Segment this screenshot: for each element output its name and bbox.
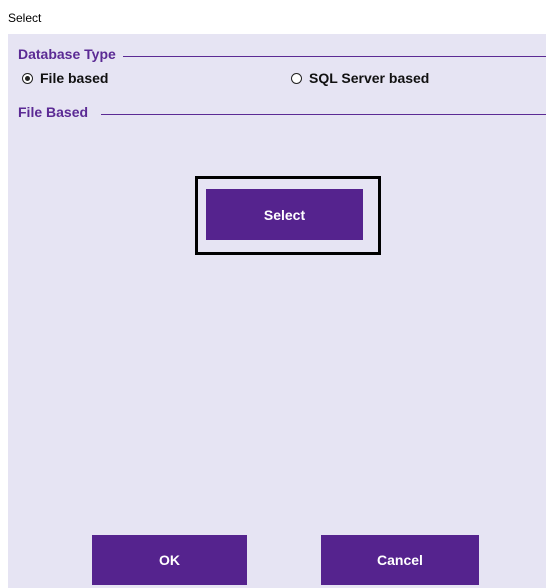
- window-title: Select: [8, 11, 42, 25]
- radio-file-based[interactable]: File based: [22, 70, 108, 86]
- file-based-group-line: [101, 114, 546, 115]
- database-type-group-line: [123, 56, 546, 57]
- radio-file-based-label: File based: [40, 70, 109, 86]
- radio-sql-server-based-label: SQL Server based: [309, 70, 430, 86]
- file-based-group-label: File Based: [18, 104, 89, 120]
- select-button[interactable]: Select: [206, 189, 363, 240]
- radio-checked-icon[interactable]: [22, 72, 33, 84]
- ok-button[interactable]: OK: [92, 535, 247, 585]
- radio-sql-server-based[interactable]: SQL Server based: [291, 70, 429, 86]
- radio-unchecked-icon[interactable]: [291, 72, 302, 84]
- dialog-panel: Database Type File based SQL Server base…: [8, 34, 546, 588]
- database-type-group-label: Database Type: [18, 46, 116, 62]
- cancel-button[interactable]: Cancel: [321, 535, 479, 585]
- title-bar: Select: [0, 0, 546, 34]
